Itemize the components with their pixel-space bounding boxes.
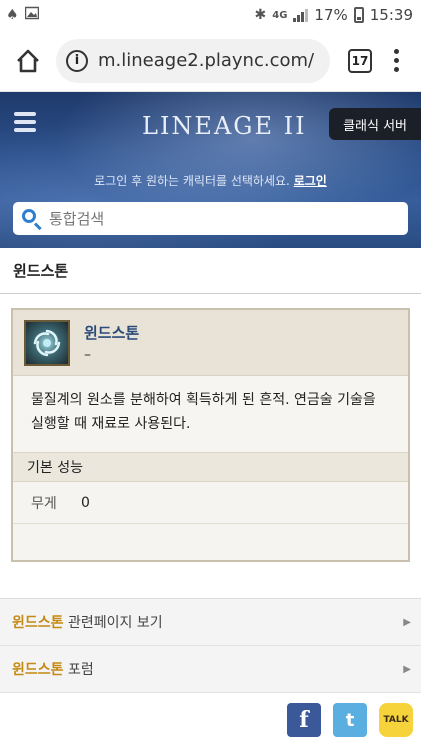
search-box[interactable] <box>13 202 408 235</box>
signal-icon <box>293 8 309 22</box>
link-text: 관련페이지 보기 <box>63 615 163 631</box>
facebook-share-button[interactable]: f <box>287 703 321 737</box>
item-card: 윈드스톤 – 물질계의 원소를 분해하여 획득하게 된 흔적. 연금술 기술을 … <box>11 308 410 562</box>
item-subtitle: – <box>84 347 91 363</box>
stat-value: 0 <box>81 494 90 511</box>
browser-menu-button[interactable] <box>394 49 399 72</box>
stat-row-weight: 무게 0 <box>13 482 408 524</box>
status-bar: ♠ ✱ 4G 17% 15:39 <box>0 0 421 30</box>
address-bar[interactable]: i m.lineage2.plaync.com/ <box>56 38 330 83</box>
bluetooth-icon: ✱ <box>254 7 267 23</box>
info-icon[interactable]: i <box>66 49 88 72</box>
browser-toolbar: i m.lineage2.plaync.com/ 17 <box>0 30 421 92</box>
site-header: LINEAGE II 클래식 서버 로그인 후 원하는 캐릭터를 선택하세요. … <box>0 92 421 248</box>
login-link[interactable]: 로그인 <box>294 174 327 188</box>
twitter-share-button[interactable]: t <box>333 703 367 737</box>
search-icon[interactable] <box>21 208 43 230</box>
clock: 15:39 <box>369 6 413 24</box>
link-highlight: 윈드스톤 <box>12 615 64 631</box>
link-highlight: 윈드스톤 <box>12 662 64 678</box>
related-page-link[interactable]: 윈드스톤 관련페이지 보기 ▶ <box>0 599 421 646</box>
stat-label: 무게 <box>31 495 57 512</box>
menu-icon[interactable] <box>14 112 36 132</box>
login-message: 로그인 후 원하는 캐릭터를 선택하세요. <box>94 174 290 188</box>
home-icon <box>17 49 39 72</box>
chevron-right-icon: ▶ <box>403 663 411 675</box>
forum-link[interactable]: 윈드스톤 포럼 ▶ <box>0 646 421 693</box>
network-type-icon: 4G <box>272 9 288 21</box>
windstone-icon <box>24 319 70 366</box>
page-title: 윈드스톤 <box>0 248 421 294</box>
chevron-right-icon: ▶ <box>403 616 411 628</box>
tab-switcher-button[interactable]: 17 <box>348 48 372 73</box>
image-icon <box>24 6 39 24</box>
url-text: m.lineage2.plaync.com/ <box>98 50 315 71</box>
battery-icon <box>353 7 364 23</box>
login-prompt: 로그인 후 원하는 캐릭터를 선택하세요. 로그인 <box>0 172 421 189</box>
item-description: 물질계의 원소를 분해하여 획득하게 된 흔적. 연금술 기술을 실행할 때 재… <box>13 376 408 452</box>
site-logo[interactable]: LINEAGE II <box>142 112 307 140</box>
item-header: 윈드스톤 – <box>13 310 408 376</box>
related-links: 윈드스톤 관련페이지 보기 ▶ 윈드스톤 포럼 ▶ <box>0 598 421 693</box>
stats-header: 기본 성능 <box>13 452 408 482</box>
spade-icon: ♠ <box>6 7 19 23</box>
item-name: 윈드스톤 <box>84 324 140 342</box>
home-button[interactable] <box>10 43 46 79</box>
classic-server-button[interactable]: 클래식 서버 <box>329 108 421 140</box>
share-buttons: f t TALK <box>0 693 421 737</box>
link-text: 포럼 <box>63 662 94 678</box>
battery-percent: 17% <box>314 6 348 24</box>
kakaotalk-share-button[interactable]: TALK <box>379 703 413 737</box>
search-input[interactable] <box>49 209 400 228</box>
